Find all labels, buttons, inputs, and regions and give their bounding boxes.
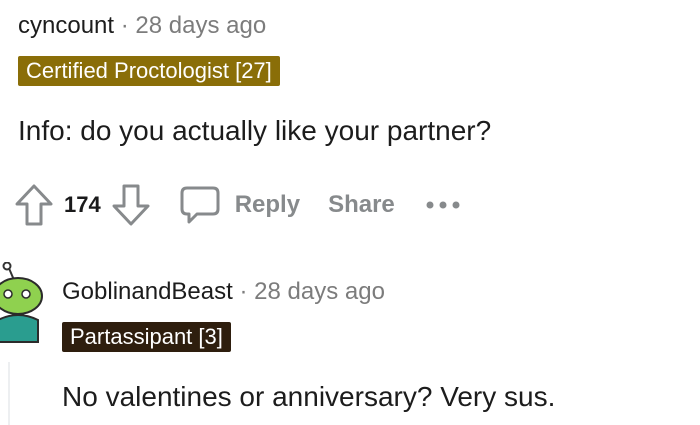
user-flair: Partassipant [3] [62, 322, 231, 352]
comment-action-bar: 174 Reply Share [14, 180, 461, 230]
speech-bubble-icon [179, 185, 221, 225]
downvote-arrow-icon[interactable] [111, 183, 151, 227]
meta-separator: · [239, 278, 248, 305]
thread-line[interactable] [8, 362, 10, 425]
share-button[interactable]: Share [328, 191, 395, 219]
user-flair: Certified Proctologist [27] [18, 56, 280, 86]
reply-label: Reply [234, 191, 301, 218]
comment-timestamp[interactable]: 28 days ago [254, 278, 385, 305]
upvote-arrow-icon[interactable] [14, 183, 54, 227]
comment-body: No valentines or anniversary? Very sus. [62, 381, 556, 412]
comment-thread: cyncount · 28 days ago Certified Proctol… [0, 0, 700, 425]
comment-author[interactable]: cyncount [18, 12, 114, 39]
vote-count: 174 [64, 192, 101, 217]
comment-meta: cyncount · 28 days ago [18, 10, 266, 42]
comment-meta: GoblinandBeast · 28 days ago [62, 276, 385, 308]
ellipsis-icon[interactable] [425, 200, 461, 210]
meta-separator: · [120, 12, 129, 39]
comment-timestamp[interactable]: 28 days ago [135, 12, 266, 39]
comment-author[interactable]: GoblinandBeast [62, 278, 233, 305]
snoo-avatar-icon[interactable] [0, 261, 48, 348]
comment-body: Info: do you actually like your partner? [18, 115, 492, 146]
reply-button[interactable]: Reply [179, 185, 300, 225]
